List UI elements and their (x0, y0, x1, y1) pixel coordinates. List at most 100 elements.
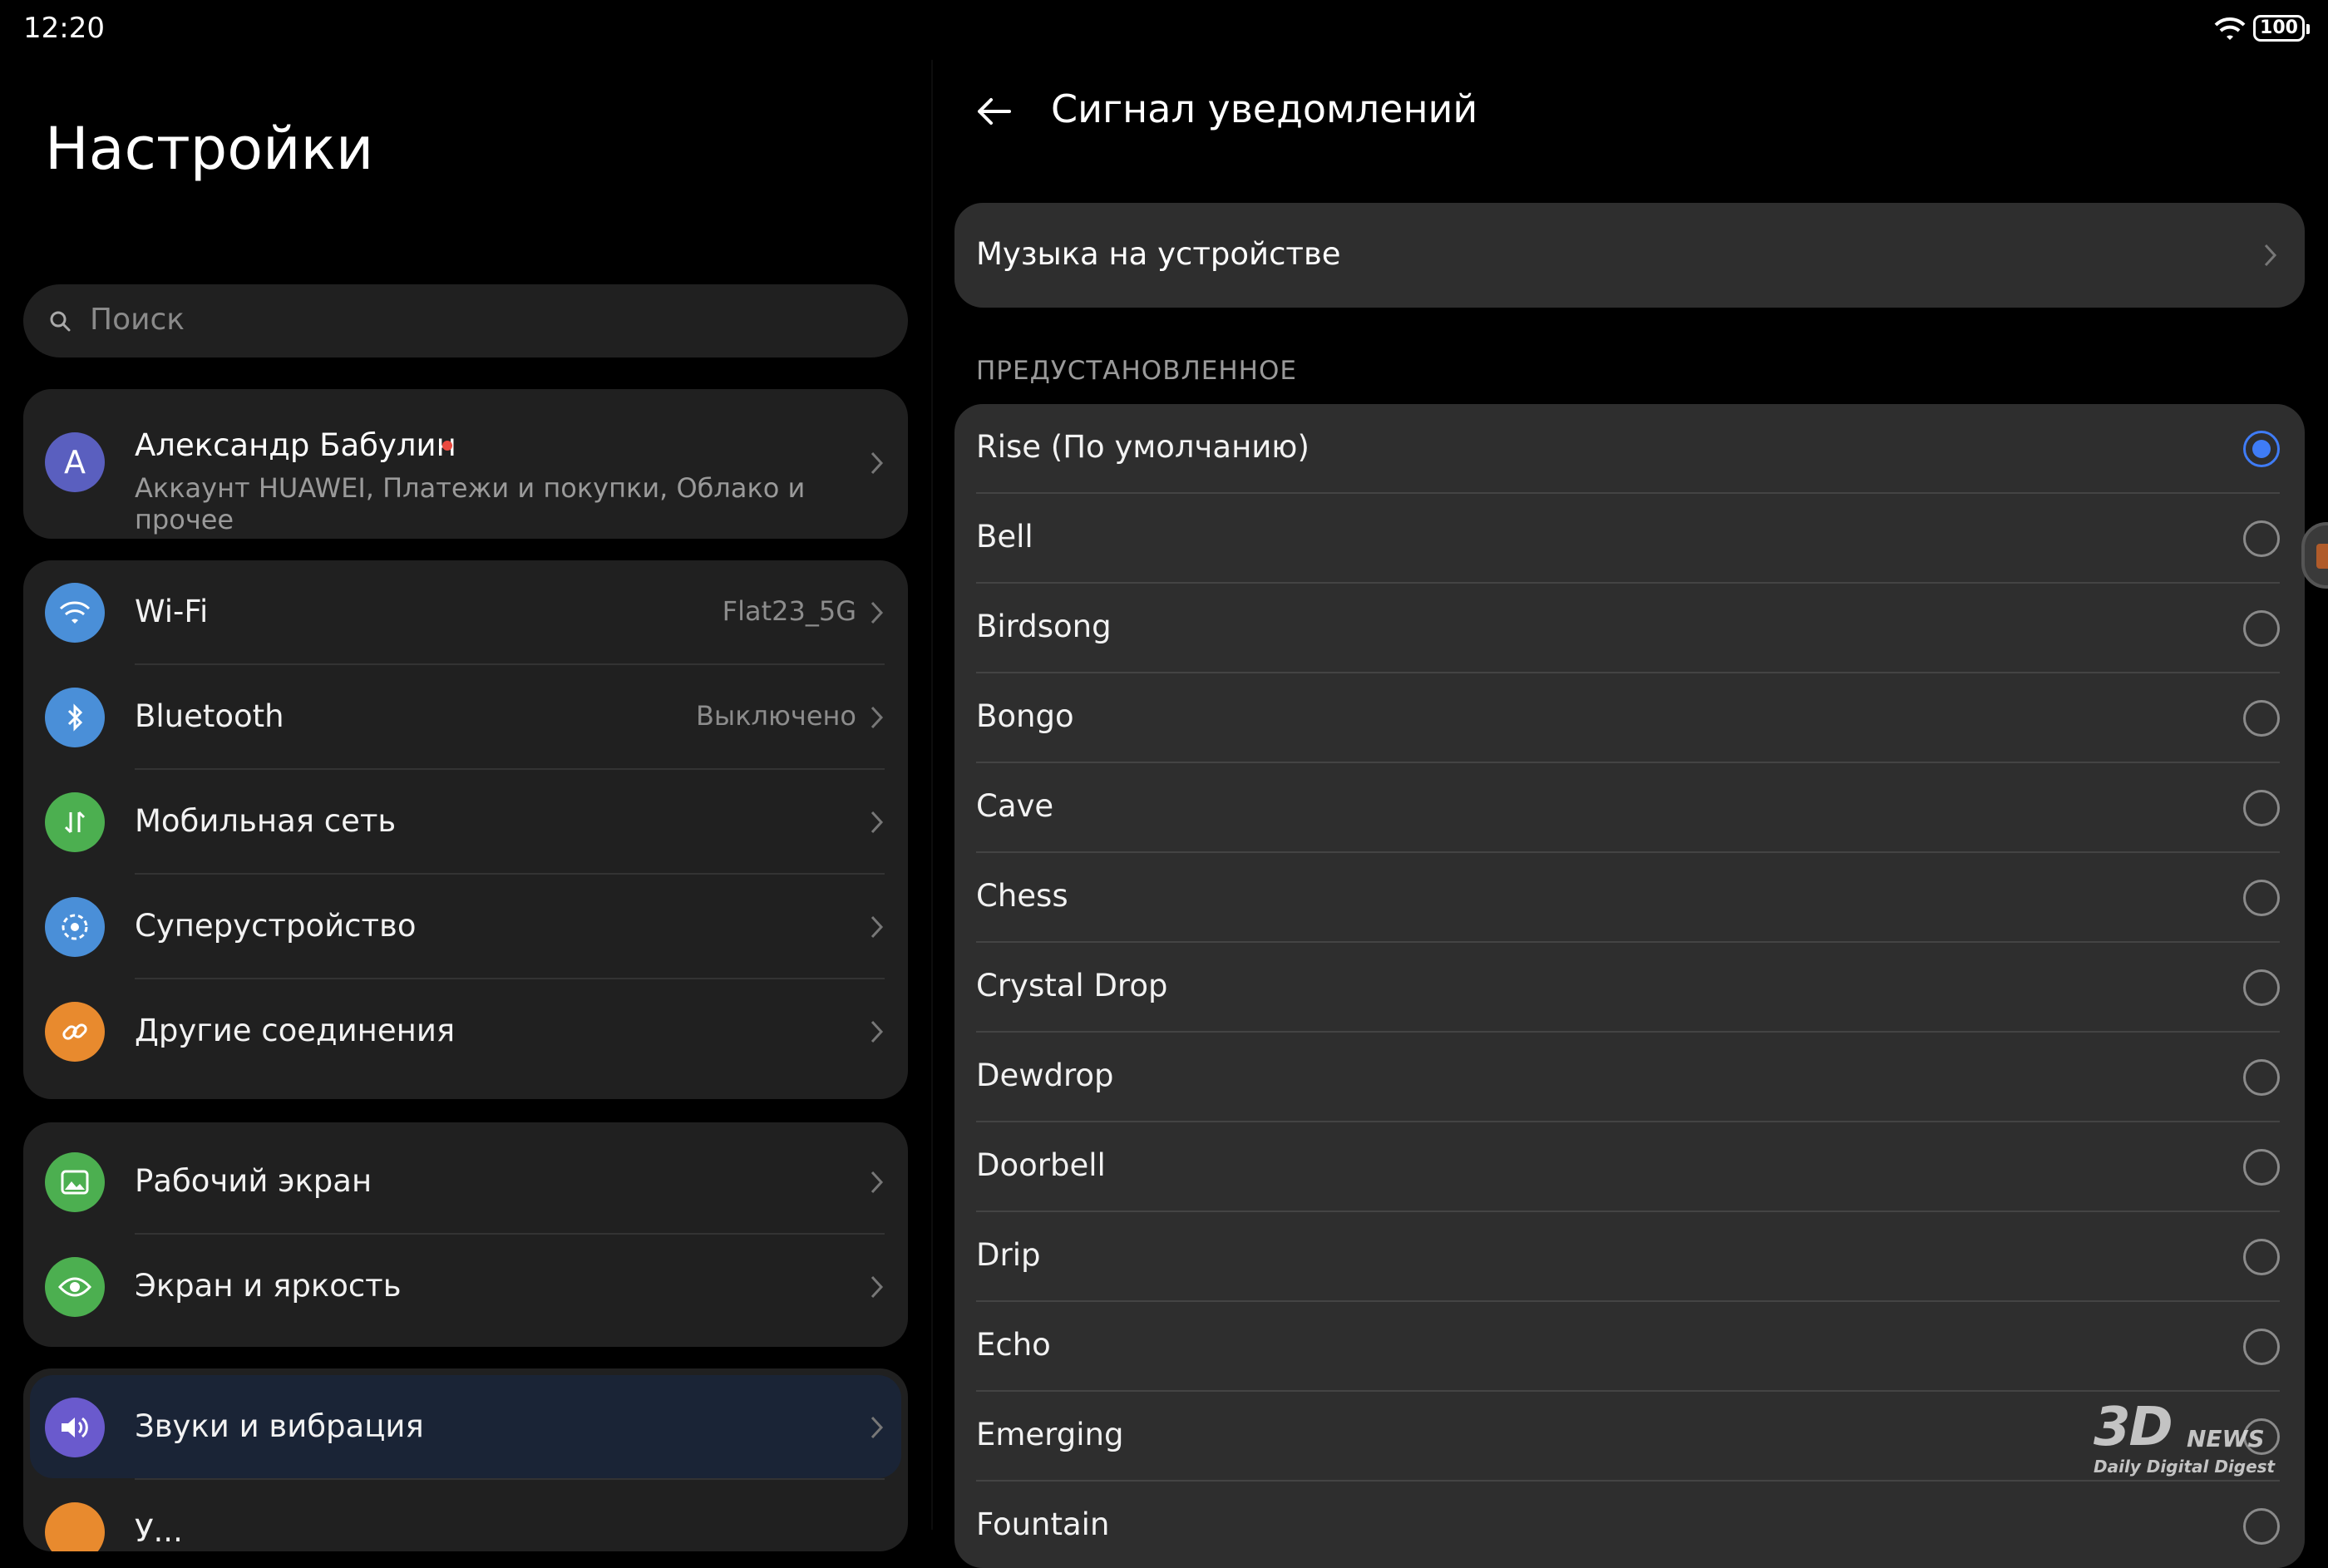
ringtone-option[interactable]: Fountain (954, 1482, 2305, 1568)
device-music-button[interactable]: Музыка на устройстве (954, 203, 2305, 308)
sidebar-item-display[interactable]: Экран и яркость (23, 1235, 908, 1339)
ringtone-option[interactable]: Drip (954, 1212, 2305, 1302)
row-label: Другие соединения (135, 1013, 456, 1048)
sound-group: Звуки и вибрация У... (23, 1368, 908, 1551)
ringtone-option[interactable]: Crystal Drop (954, 943, 2305, 1033)
radio-button[interactable] (2243, 610, 2280, 647)
row-label: Wi-Fi (135, 594, 209, 629)
chevron-right-icon (871, 1020, 884, 1043)
radio-button[interactable] (2243, 1059, 2280, 1096)
ringtone-option[interactable]: Echo (954, 1302, 2305, 1392)
row-label: Мобильная сеть (135, 803, 397, 839)
radio-button[interactable] (2243, 969, 2280, 1006)
ringtone-option[interactable]: Doorbell (954, 1122, 2305, 1212)
sidebar-item-super-device[interactable]: Суперустройство (23, 875, 908, 979)
radio-button-selected[interactable] (2243, 431, 2280, 467)
ringtone-label: Rise (По умолчанию) (976, 429, 1310, 465)
display-group: Рабочий экран Экран и яркость (23, 1122, 908, 1347)
ringtone-option[interactable]: Dewdrop (954, 1033, 2305, 1122)
radio-button[interactable] (2243, 790, 2280, 826)
ringtone-label: Emerging (976, 1417, 1124, 1452)
clock: 12:20 (23, 12, 105, 45)
chevron-right-icon (871, 1171, 884, 1194)
row-label: Bluetooth (135, 698, 284, 734)
search-input[interactable]: Поиск (23, 284, 908, 357)
ringtone-label: Drip (976, 1237, 1041, 1273)
ringtone-label: Bell (976, 519, 1033, 555)
device-music-label: Музыка на устройстве (976, 236, 1341, 272)
chevron-right-icon (2264, 244, 2277, 267)
ringtone-option[interactable]: Bongo (954, 673, 2305, 763)
connectivity-group: Wi-Fi Flat23_5G Bluetooth Выключено Моби… (23, 560, 908, 1099)
detail-title: Сигнал уведомлений (1051, 86, 1478, 131)
search-icon (50, 311, 71, 332)
bluetooth-icon (45, 688, 105, 747)
watermark-logo: 3D NEWS Daily Digital Digest (2077, 1385, 2301, 1485)
chevron-right-icon (871, 706, 884, 729)
avatar: А (45, 432, 105, 492)
watermark-brand: 3D (2094, 1397, 2173, 1458)
ringtone-option[interactable]: Chess (954, 853, 2305, 943)
notification-dot (442, 441, 452, 451)
wifi-signal-icon (2214, 17, 2246, 40)
ringtone-label: Fountain (976, 1506, 1110, 1542)
chevron-right-icon (871, 811, 884, 834)
link-icon (45, 1002, 105, 1062)
super-device-icon (45, 897, 105, 957)
ringtone-label: Dewdrop (976, 1058, 1114, 1093)
radio-button[interactable] (2243, 1239, 2280, 1275)
radio-button[interactable] (2243, 1149, 2280, 1186)
notifications-icon (45, 1502, 105, 1551)
sound-icon (45, 1398, 105, 1457)
ringtone-label: Cave (976, 788, 1054, 824)
ringtone-label: Bongo (976, 698, 1074, 734)
row-value: Выключено (695, 700, 856, 732)
sidebar-item-wifi[interactable]: Wi-Fi Flat23_5G (23, 560, 908, 665)
chevron-right-icon (871, 1275, 884, 1299)
sidebar-item-mobile-network[interactable]: Мобильная сеть (23, 770, 908, 875)
row-label: Суперустройство (135, 908, 417, 944)
radio-button[interactable] (2243, 700, 2280, 737)
account-name: Александр Бабулин (135, 427, 456, 463)
radio-button[interactable] (2243, 1329, 2280, 1365)
sidebar-item-notifications[interactable]: У... (23, 1480, 908, 1551)
chevron-right-icon (871, 1416, 884, 1439)
watermark-news: NEWS (2187, 1425, 2265, 1452)
section-title: ПРЕДУСТАНОВЛЕННОЕ (976, 356, 1297, 386)
watermark-tagline: Daily Digital Digest (2094, 1457, 2276, 1477)
ringtone-label: Doorbell (976, 1147, 1106, 1183)
sidebar-item-sounds[interactable]: Звуки и вибрация (23, 1375, 908, 1480)
radio-button[interactable] (2243, 1508, 2280, 1545)
battery-icon: 100 (2253, 15, 2310, 42)
chevron-right-icon (871, 451, 884, 475)
row-label: Звуки и вибрация (135, 1408, 424, 1444)
chevron-right-icon (871, 601, 884, 624)
chevron-right-icon (871, 915, 884, 939)
ringtone-label: Crystal Drop (976, 968, 1168, 1003)
ringtone-label: Echo (976, 1327, 1051, 1363)
row-label: Рабочий экран (135, 1163, 372, 1199)
page-title: Настройки (45, 115, 374, 183)
ringtone-option[interactable]: Bell (954, 494, 2305, 584)
back-arrow-icon[interactable] (973, 90, 1016, 133)
wifi-icon (45, 583, 105, 643)
mobile-network-icon (45, 792, 105, 852)
account-card[interactable]: А Александр Бабулин Аккаунт HUAWEI, Плат… (23, 389, 908, 539)
eye-icon (45, 1257, 105, 1317)
ringtone-option[interactable]: Cave (954, 763, 2305, 853)
pane-divider (931, 60, 933, 1530)
ringtone-label: Birdsong (976, 609, 1112, 644)
sidebar-item-bluetooth[interactable]: Bluetooth Выключено (23, 665, 908, 770)
radio-button[interactable] (2243, 880, 2280, 916)
floating-dock-button[interactable] (2301, 522, 2328, 589)
row-value: Flat23_5G (722, 595, 856, 627)
search-placeholder: Поиск (90, 303, 185, 337)
sidebar-item-other-connections[interactable]: Другие соединения (23, 979, 908, 1084)
wallpaper-icon (45, 1152, 105, 1212)
ringtone-option[interactable]: Birdsong (954, 584, 2305, 673)
ringtone-option[interactable]: Rise (По умолчанию) (954, 404, 2305, 494)
ringtone-label: Chess (976, 878, 1068, 914)
account-subtitle: Аккаунт HUAWEI, Платежи и покупки, Облак… (135, 472, 806, 535)
radio-button[interactable] (2243, 520, 2280, 557)
sidebar-item-home-screen[interactable]: Рабочий экран (23, 1130, 908, 1235)
